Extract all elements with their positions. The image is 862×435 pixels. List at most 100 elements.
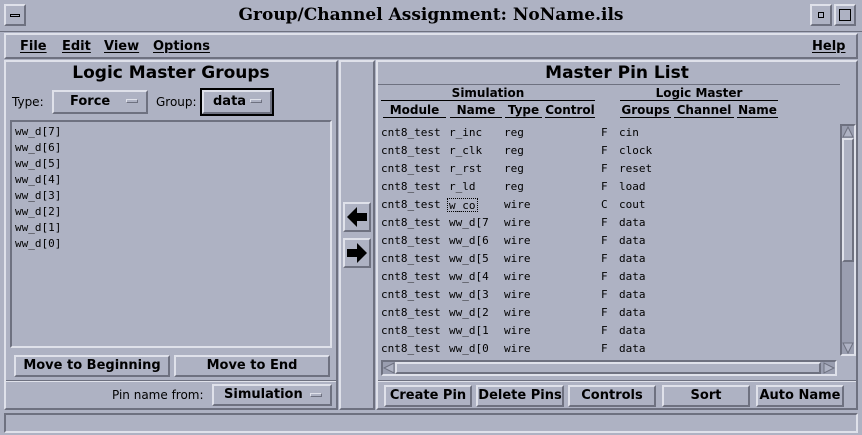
- cell-name: ww_d[3: [449, 288, 489, 301]
- cell-name: ww_d[5: [449, 252, 489, 265]
- master-pin-list-panel: Master Pin List Simulation Logic Master …: [376, 60, 858, 410]
- list-item[interactable]: ww_d[6]: [13, 140, 329, 156]
- cell-group: data: [619, 216, 646, 229]
- menu-view[interactable]: View: [104, 39, 139, 54]
- type-dropdown[interactable]: Force: [52, 90, 148, 114]
- maximize-icon: [839, 9, 851, 21]
- cell-module: cnt8_test: [381, 342, 441, 355]
- group-dropdown[interactable]: data: [202, 90, 272, 114]
- list-item[interactable]: ww_d[3]: [13, 188, 329, 204]
- cell-module: cnt8_test: [381, 270, 441, 283]
- cell-name: ww_d[0: [449, 342, 489, 355]
- col-channel: Channel: [674, 103, 734, 118]
- menu-bar: File Edit View Options Help: [4, 33, 858, 59]
- maximize-button[interactable]: [834, 4, 856, 26]
- cell-module: cnt8_test: [381, 234, 441, 247]
- cell-group: cout: [619, 198, 646, 211]
- move-to-beginning-button[interactable]: Move to Beginning: [14, 355, 170, 377]
- cell-control: F: [601, 126, 608, 139]
- cell-type: wire: [504, 252, 531, 265]
- cell-type: wire: [504, 306, 531, 319]
- simulation-header: Simulation: [381, 86, 595, 101]
- menu-help[interactable]: Help: [812, 39, 845, 54]
- cell-type: reg: [504, 126, 524, 139]
- cell-type: wire: [504, 288, 531, 301]
- cell-type: wire: [504, 342, 531, 355]
- cell-module: cnt8_test: [381, 198, 441, 211]
- logic-master-header: Logic Master: [620, 86, 778, 101]
- dropdown-caret-icon: [310, 393, 322, 397]
- cell-type: wire: [504, 216, 531, 229]
- col-control: Control: [545, 103, 595, 118]
- cell-name-focused[interactable]: w_co: [447, 198, 478, 212]
- menu-options[interactable]: Options: [153, 39, 210, 54]
- delete-pins-button[interactable]: Delete Pins: [476, 385, 564, 407]
- cell-control: F: [601, 288, 608, 301]
- col-type: Type: [505, 103, 542, 118]
- cell-control: F: [601, 234, 608, 247]
- groups-list[interactable]: ww_d[7] ww_d[6] ww_d[5] ww_d[4] ww_d[3] …: [10, 120, 332, 348]
- cell-type: reg: [504, 162, 524, 175]
- cell-module: cnt8_test: [381, 252, 441, 265]
- cell-control: F: [601, 162, 608, 175]
- list-item[interactable]: ww_d[7]: [13, 124, 329, 140]
- cell-group: clock: [619, 144, 653, 157]
- vertical-scroll-thumb[interactable]: [842, 138, 854, 262]
- pin-table[interactable]: cnt8_test r_inc reg F cin cnt8_test r_cl…: [381, 124, 837, 358]
- list-item[interactable]: ww_d[2]: [13, 204, 329, 220]
- list-item[interactable]: ww_d[5]: [13, 156, 329, 172]
- move-right-button[interactable]: [343, 238, 371, 268]
- cell-type: reg: [504, 180, 524, 193]
- cell-name: ww_d[6: [449, 234, 489, 247]
- dropdown-caret-icon: [126, 99, 138, 103]
- cell-group: cin: [619, 126, 639, 139]
- col-groups: Groups: [620, 103, 671, 118]
- cell-control: C: [601, 198, 608, 211]
- scroll-down-icon[interactable]: [842, 342, 854, 354]
- cell-name: r_ld: [449, 180, 476, 193]
- col-module: Module: [383, 103, 446, 118]
- cell-module: cnt8_test: [381, 216, 441, 229]
- menu-file[interactable]: File: [20, 39, 47, 54]
- cell-name: ww_d[7: [449, 216, 489, 229]
- cell-control: F: [601, 324, 608, 337]
- divider: [378, 84, 840, 85]
- cell-group: data: [619, 306, 646, 319]
- list-item[interactable]: ww_d[1]: [13, 220, 329, 236]
- master-pin-list-title: Master Pin List: [545, 63, 689, 83]
- create-pin-button[interactable]: Create Pin: [384, 385, 472, 407]
- menu-edit[interactable]: Edit: [62, 39, 91, 54]
- cell-module: cnt8_test: [381, 288, 441, 301]
- pin-name-from-value: Simulation: [224, 387, 303, 402]
- list-item[interactable]: ww_d[0]: [13, 236, 329, 252]
- pin-name-from-dropdown[interactable]: Simulation: [212, 384, 332, 406]
- groups-title: Logic Master Groups: [72, 63, 270, 83]
- divider: [378, 380, 856, 382]
- cell-control: F: [601, 252, 608, 265]
- scroll-left-icon[interactable]: [383, 362, 395, 374]
- cell-name: r_inc: [449, 126, 483, 139]
- col-name: Name: [450, 103, 502, 118]
- auto-name-button[interactable]: Auto Name: [756, 385, 844, 407]
- vertical-scrollbar[interactable]: [840, 124, 856, 356]
- move-to-end-button[interactable]: Move to End: [174, 355, 330, 377]
- cell-group: data: [619, 288, 646, 301]
- horizontal-scroll-thumb[interactable]: [395, 362, 821, 374]
- cell-name: ww_d[4: [449, 270, 489, 283]
- cell-group: data: [619, 234, 646, 247]
- cell-name: ww_d[1: [449, 324, 489, 337]
- controls-button[interactable]: Controls: [568, 385, 656, 407]
- cell-group: data: [619, 252, 646, 265]
- move-left-button[interactable]: [343, 202, 371, 232]
- divider: [6, 380, 336, 382]
- horizontal-scrollbar[interactable]: [381, 360, 837, 376]
- cell-module: cnt8_test: [381, 180, 441, 193]
- logic-master-groups-panel: Logic Master Groups Type: Force Group: d…: [4, 60, 338, 410]
- sort-button[interactable]: Sort: [662, 385, 750, 407]
- cell-control: F: [601, 216, 608, 229]
- minimize-button[interactable]: [810, 4, 832, 26]
- scroll-up-icon[interactable]: [842, 126, 854, 138]
- list-item[interactable]: ww_d[4]: [13, 172, 329, 188]
- cell-type: wire: [504, 324, 531, 337]
- scroll-right-icon[interactable]: [823, 362, 835, 374]
